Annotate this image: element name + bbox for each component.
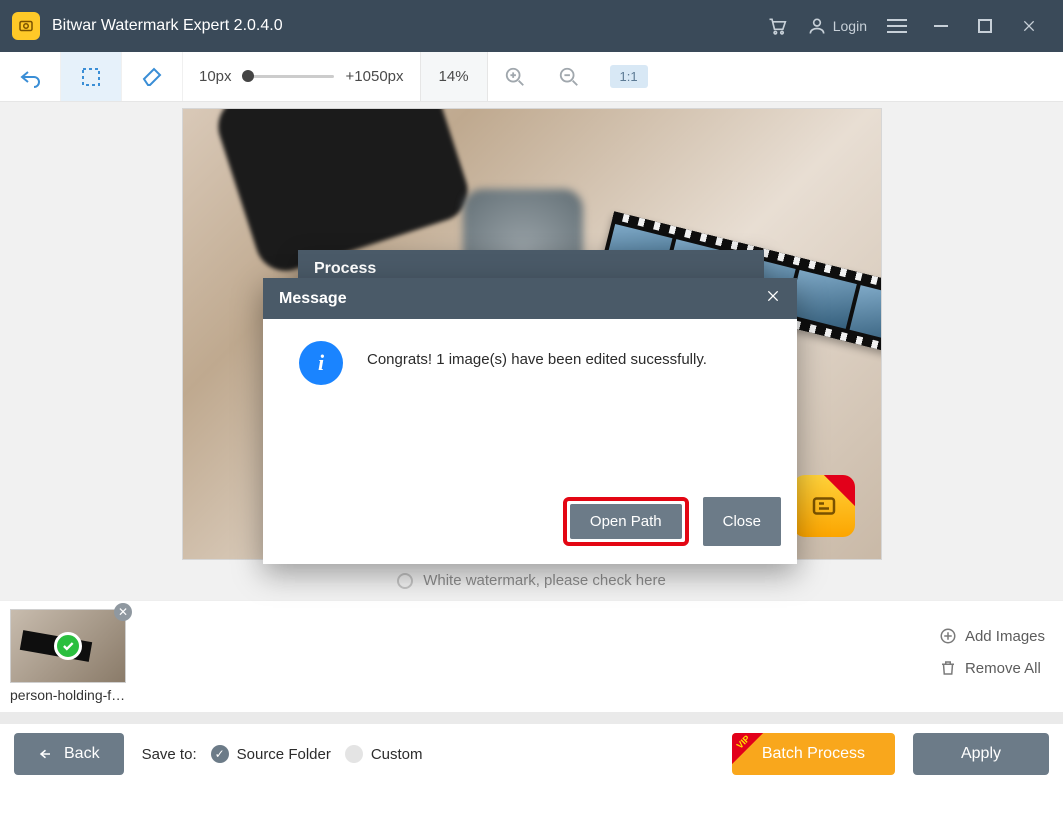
radio-selected-icon [211, 745, 229, 763]
custom-folder-option[interactable]: Custom [345, 745, 423, 763]
login-button[interactable]: Login [799, 0, 875, 52]
window-minimize[interactable] [919, 0, 963, 52]
cart-icon[interactable] [755, 0, 799, 52]
undo-button[interactable] [0, 52, 61, 101]
add-images-button[interactable]: Add Images [939, 627, 1045, 645]
message-body-text: Congrats! 1 image(s) have been edited su… [367, 341, 707, 368]
thumbnail-remove-icon[interactable]: ✕ [114, 603, 132, 621]
titlebar: Bitwar Watermark Expert 2.0.4.0 Login [0, 0, 1063, 52]
message-close-button[interactable]: Close [703, 497, 781, 546]
toolbar: 10px +1050px 14% 1:1 [0, 52, 1063, 102]
save-to-label: Save to: [142, 746, 197, 763]
eraser-button[interactable] [122, 52, 183, 101]
add-images-label: Add Images [965, 628, 1045, 645]
message-close-icon[interactable] [765, 288, 781, 309]
source-folder-option[interactable]: Source Folder [211, 745, 331, 763]
crop-button[interactable] [61, 52, 122, 101]
back-label: Back [64, 745, 100, 763]
ratio-button[interactable]: 1:1 [610, 65, 648, 88]
save-to-group: Save to: Source Folder Custom [142, 745, 423, 763]
size-min-label: 10px [199, 68, 232, 85]
thumbnail-strip: ✕ person-holding-fil... Add Images Remov… [0, 600, 1063, 712]
thumbnail-item[interactable]: ✕ person-holding-fil... [10, 609, 126, 703]
radio-empty-icon [397, 573, 413, 589]
white-watermark-label: White watermark, please check here [423, 572, 666, 589]
custom-label: Custom [371, 746, 423, 763]
footer: Back Save to: Source Folder Custom VIP B… [0, 724, 1063, 784]
message-dialog: Message i Congrats! 1 image(s) have been… [263, 278, 797, 564]
check-icon [54, 632, 82, 660]
batch-process-button[interactable]: VIP Batch Process [732, 733, 895, 775]
zoom-in-button[interactable] [488, 52, 542, 101]
app-logo-icon [12, 12, 40, 40]
menu-icon[interactable] [875, 0, 919, 52]
message-dialog-title: Message [279, 290, 347, 308]
info-icon: i [299, 341, 343, 385]
remove-all-button[interactable]: Remove All [939, 659, 1041, 677]
white-watermark-option[interactable]: White watermark, please check here [397, 572, 666, 589]
window-close[interactable] [1007, 0, 1051, 52]
app-title: Bitwar Watermark Expert 2.0.4.0 [52, 17, 283, 35]
brush-size-control[interactable]: 10px +1050px [183, 52, 420, 101]
batch-process-label: Batch Process [762, 745, 865, 763]
feature-badge-icon[interactable] [793, 475, 855, 537]
apply-button[interactable]: Apply [913, 733, 1049, 775]
window-maximize[interactable] [963, 0, 1007, 52]
remove-all-label: Remove All [965, 660, 1041, 677]
open-path-button[interactable]: Open Path [570, 504, 682, 539]
radio-unselected-icon [345, 745, 363, 763]
zoom-out-button[interactable] [542, 52, 596, 101]
back-button[interactable]: Back [14, 733, 124, 775]
thumbnail-label: person-holding-fil... [10, 687, 126, 703]
size-slider[interactable] [244, 75, 334, 78]
login-label: Login [833, 18, 867, 34]
horizontal-scrollbar[interactable] [0, 712, 1063, 724]
size-max-label: +1050px [346, 68, 404, 85]
source-folder-label: Source Folder [237, 746, 331, 763]
open-path-highlight: Open Path [563, 497, 689, 546]
thumbnail-image [10, 609, 126, 683]
message-dialog-titlebar: Message [263, 278, 797, 319]
zoom-percent[interactable]: 14% [420, 52, 488, 101]
